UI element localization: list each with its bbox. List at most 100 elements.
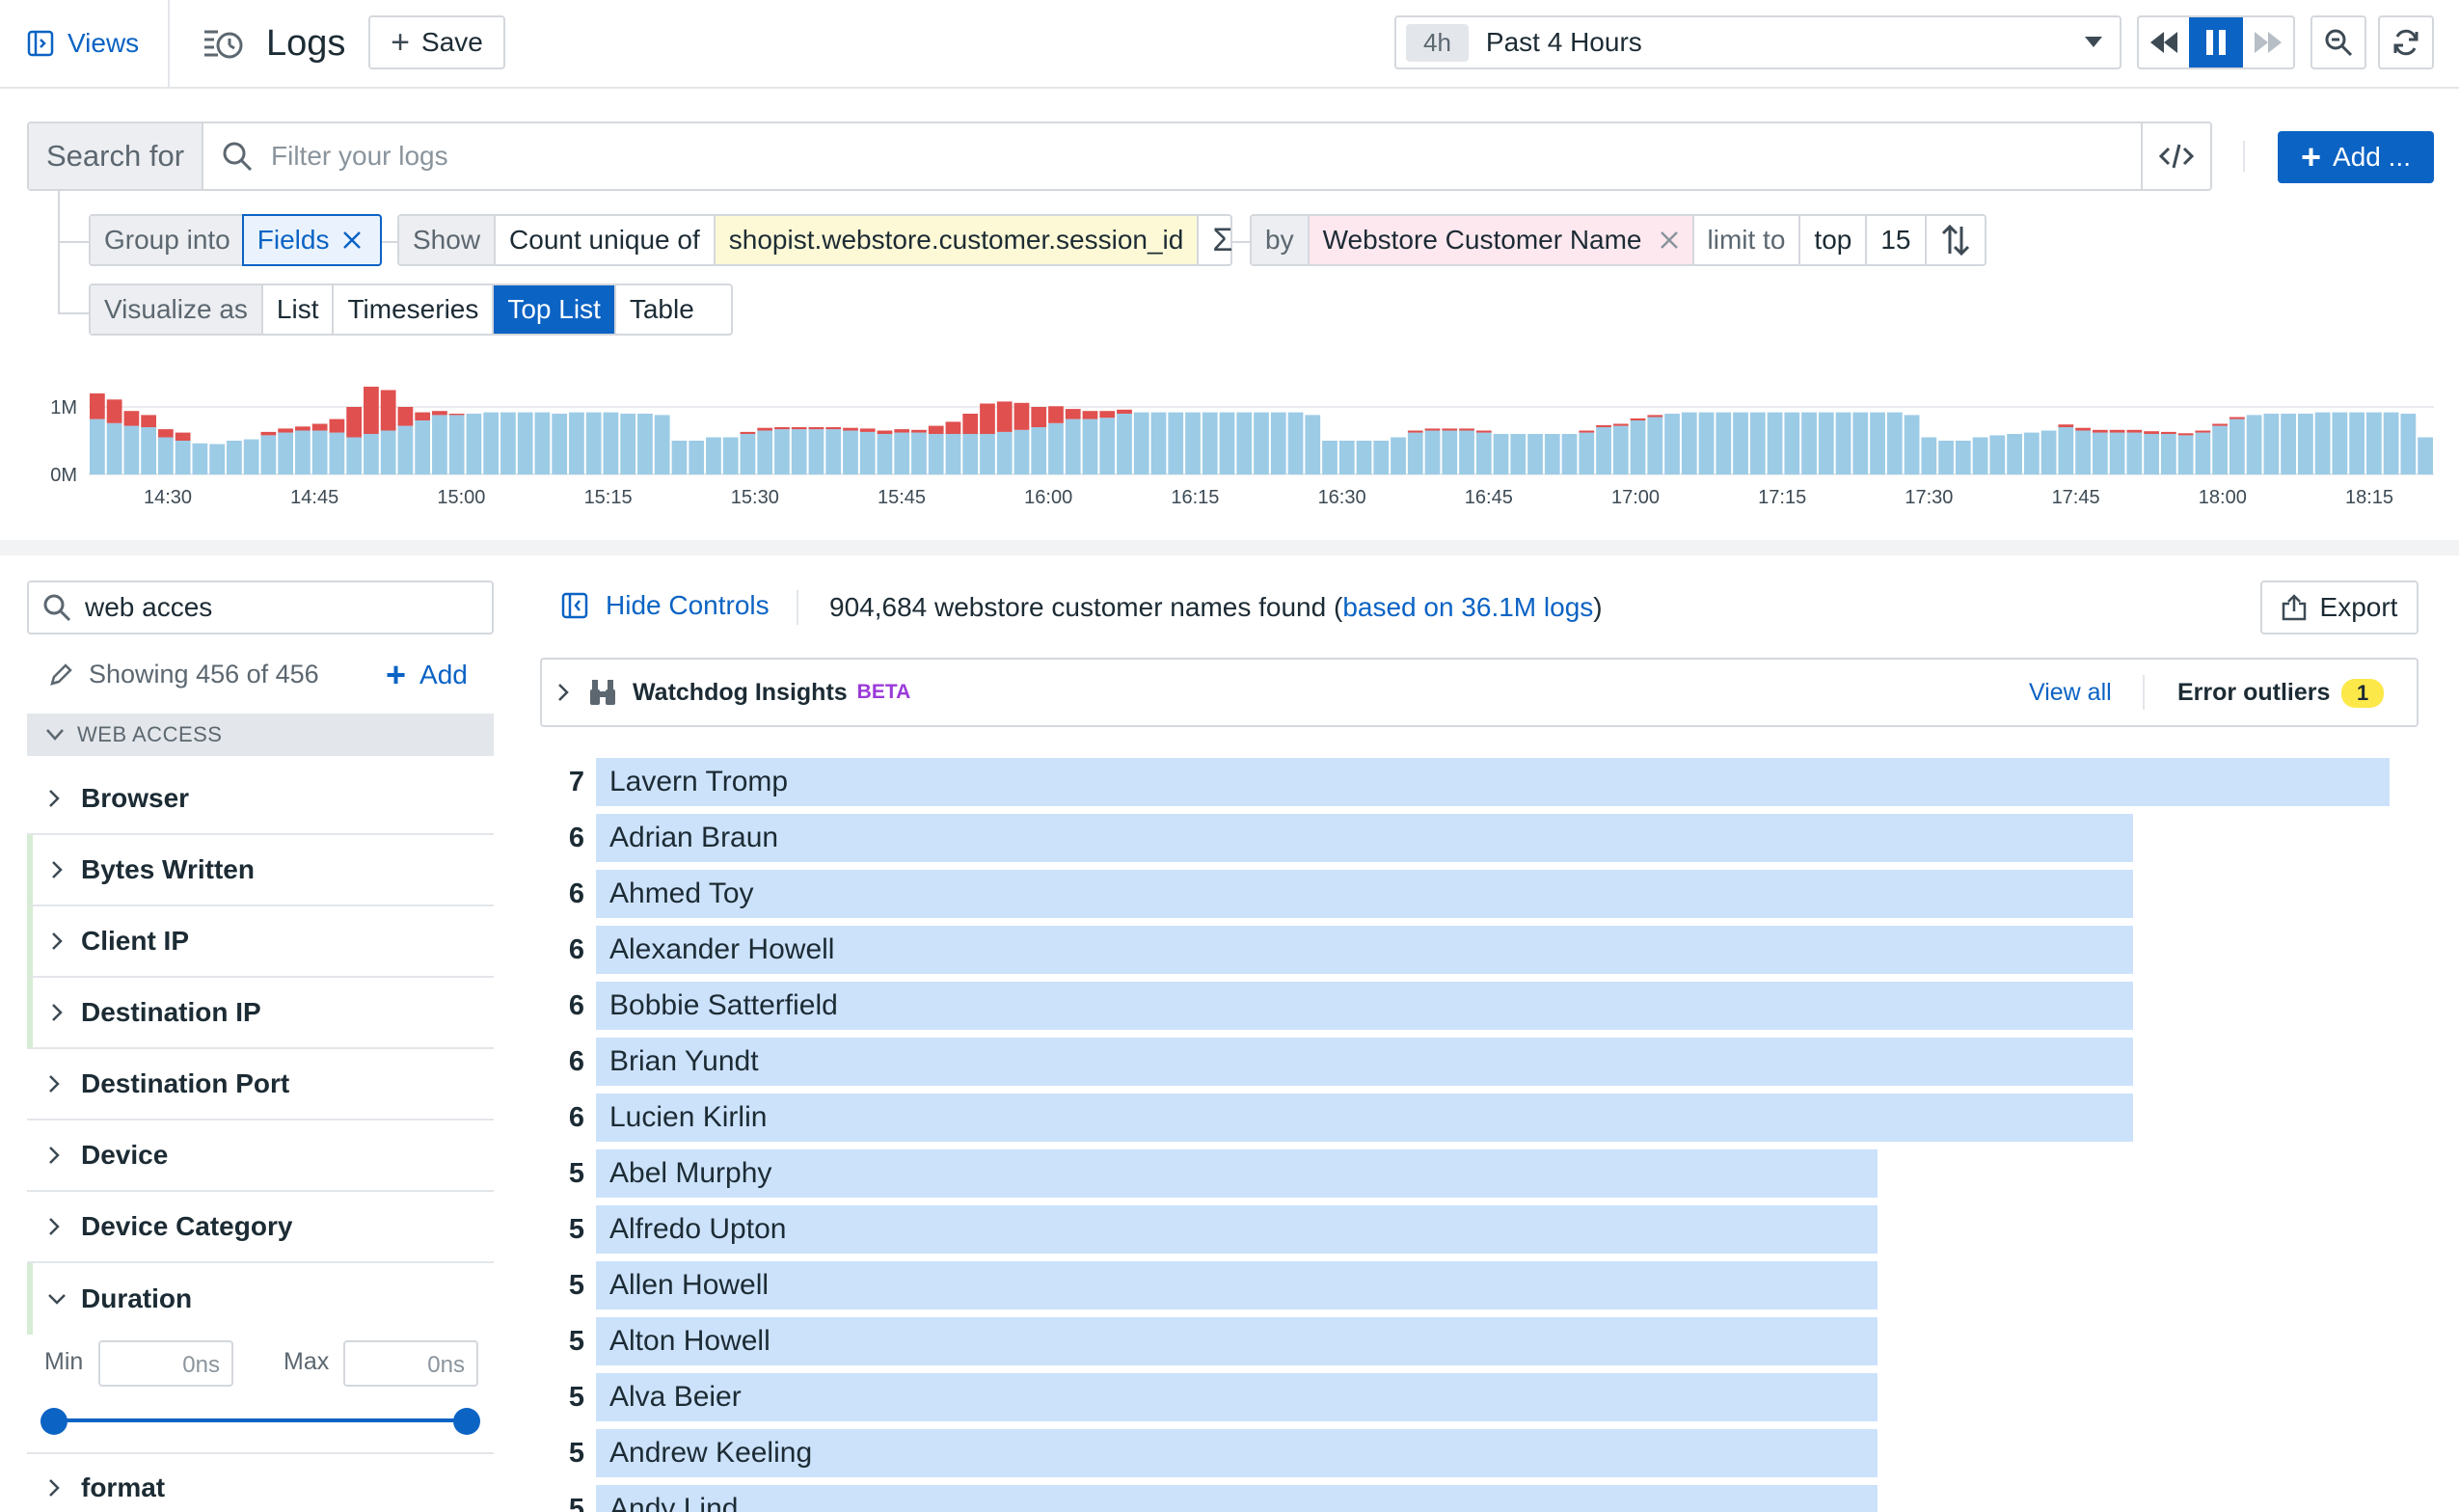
- facet-device-category[interactable]: Device Category: [27, 1192, 494, 1263]
- facet-device[interactable]: Device: [27, 1120, 494, 1192]
- chart-bar-ok: [1287, 412, 1304, 474]
- pause-icon[interactable]: [2189, 17, 2243, 68]
- chart-bar-ok: [1442, 430, 1458, 474]
- row-count: 5: [568, 1325, 585, 1357]
- chart-bar-ok: [2332, 412, 2348, 474]
- chart-bar-ok: [1202, 412, 1218, 474]
- visualize-control: Visualize as List Timeseries Top List Ta…: [89, 284, 733, 336]
- hide-controls-label: Hide Controls: [606, 590, 770, 620]
- top-list-row[interactable]: 5 Allen Howell: [559, 1261, 1878, 1310]
- top-list-row[interactable]: 5 Andy Lind: [559, 1485, 1878, 1512]
- chart-bar-error: [1612, 423, 1629, 426]
- chart-bar-error: [911, 429, 927, 433]
- chart-bar-ok: [1835, 412, 1851, 474]
- limit-direction[interactable]: top: [1798, 216, 1865, 264]
- viz-table[interactable]: Table: [613, 285, 731, 334]
- time-range-select[interactable]: 4h Past 4 Hours: [1394, 15, 2121, 69]
- row-name: Andrew Keeling: [609, 1437, 813, 1469]
- row-name: Allen Howell: [609, 1269, 770, 1301]
- add-facet-button[interactable]: + Add: [386, 657, 468, 691]
- chart-bar-ok: [90, 418, 105, 474]
- top-list-row[interactable]: 6 Lucien Kirlin: [559, 1094, 2134, 1142]
- chart-bar-ok: [1459, 430, 1474, 474]
- row-count: 5: [568, 1157, 585, 1189]
- chart-bar-error: [158, 429, 174, 438]
- close-icon[interactable]: [342, 230, 362, 250]
- facet-destination-ip[interactable]: Destination IP: [27, 978, 494, 1049]
- top-list-row[interactable]: 6 Ahmed Toy: [559, 870, 2134, 918]
- error-outliers-label[interactable]: Error outliers: [2177, 679, 2330, 707]
- top-list-row[interactable]: 5 Andrew Keeling: [559, 1429, 1878, 1477]
- zoom-out-button[interactable]: [2310, 15, 2366, 69]
- pencil-icon[interactable]: [48, 662, 73, 688]
- code-view-button[interactable]: [2141, 123, 2210, 189]
- facet-label: Browser: [81, 783, 190, 813]
- save-button[interactable]: + Save: [368, 15, 505, 69]
- top-list-row[interactable]: 6 Adrian Braun: [559, 814, 2134, 862]
- facet-bytes-written[interactable]: Bytes Written: [27, 835, 494, 906]
- rewind-icon[interactable]: [2139, 17, 2189, 68]
- facet-duration[interactable]: Duration: [27, 1263, 494, 1335]
- search-input[interactable]: Filter your logs: [202, 123, 2141, 189]
- duration-min-input[interactable]: 0ns: [98, 1340, 233, 1387]
- limit-value[interactable]: 15: [1865, 216, 1924, 264]
- viz-timeseries[interactable]: Timeseries: [332, 285, 492, 334]
- chart-bar-ok: [483, 412, 500, 474]
- viz-top-list[interactable]: Top List: [492, 285, 614, 334]
- top-list-row[interactable]: 5 Alva Beier: [559, 1373, 1878, 1421]
- duration-max-handle[interactable]: [453, 1408, 480, 1435]
- measure-field[interactable]: shopist.webstore.customer.session_id: [713, 216, 1198, 264]
- export-button[interactable]: Export: [2260, 580, 2418, 634]
- facet-search-input[interactable]: web acces: [27, 580, 494, 634]
- sort-toggle[interactable]: [1924, 216, 1985, 264]
- top-list-row[interactable]: 6 Alexander Howell: [559, 926, 2134, 974]
- fast-forward-icon[interactable]: [2243, 17, 2293, 68]
- logs-count-link[interactable]: based on 36.1M logs: [1342, 592, 1593, 622]
- aggregation-select[interactable]: Count unique of: [494, 216, 714, 264]
- add-query-button[interactable]: + Add ...: [2278, 131, 2434, 183]
- facet-format[interactable]: format: [27, 1454, 494, 1512]
- duration-min-handle[interactable]: [41, 1408, 68, 1435]
- viz-list[interactable]: List: [260, 285, 333, 334]
- watchdog-insights-bar[interactable]: Watchdog Insights BETA View all Error ou…: [540, 658, 2418, 727]
- chart-bar-error: [1459, 428, 1474, 431]
- x-tick-label: 16:30: [1318, 487, 1366, 508]
- chart-bar-ok: [209, 444, 226, 474]
- chart-bar-ok: [757, 430, 773, 474]
- views-button[interactable]: Views: [27, 23, 139, 64]
- hide-controls-button[interactable]: Hide Controls: [561, 590, 770, 621]
- group-into-label: Group into: [91, 216, 244, 264]
- top-list-row[interactable]: 6 Bobbie Satterfield: [559, 982, 2134, 1030]
- facet-browser[interactable]: Browser: [27, 764, 494, 835]
- chart-bar-ok: [2349, 412, 2364, 474]
- chart-bar-error: [415, 412, 431, 420]
- top-list-row[interactable]: 5 Alton Howell: [559, 1317, 1878, 1365]
- top-list-row[interactable]: 7 Lavern Tromp: [559, 758, 2390, 806]
- refresh-button[interactable]: [2378, 15, 2434, 69]
- chart-bar-ok: [825, 429, 842, 474]
- sort-icon: [1941, 225, 1970, 256]
- duration-max-input[interactable]: 0ns: [343, 1340, 478, 1387]
- chart-bar-ok: [1168, 412, 1184, 474]
- sigma-icon[interactable]: Σ: [1197, 216, 1246, 264]
- top-list-row[interactable]: 5 Abel Murphy: [559, 1149, 1878, 1198]
- facet-client-ip[interactable]: Client IP: [27, 906, 494, 978]
- add-query-label: Add ...: [2333, 142, 2411, 172]
- chart-bar-ok: [1698, 412, 1715, 474]
- top-list-row[interactable]: 5 Alfredo Upton: [559, 1205, 1878, 1254]
- group-into-fields[interactable]: Fields: [241, 214, 382, 266]
- close-icon[interactable]: [1660, 230, 1679, 250]
- chart-bar-ok: [1612, 425, 1629, 474]
- by-field[interactable]: Webstore Customer Name: [1307, 216, 1692, 264]
- chevron-right-icon: [27, 1074, 81, 1094]
- chart-bar-ok: [791, 429, 807, 474]
- chart-bar-ok: [1664, 414, 1680, 474]
- facet-destination-port[interactable]: Destination Port: [27, 1049, 494, 1120]
- row-bar: [596, 1485, 1878, 1512]
- playback-controls: [2137, 15, 2295, 69]
- chart-bar-error: [774, 427, 790, 430]
- top-list-row[interactable]: 6 Brian Yundt: [559, 1038, 2134, 1086]
- facet-group-header[interactable]: WEB ACCESS: [27, 714, 494, 756]
- group-into-value: Fields: [257, 225, 330, 255]
- view-all-link[interactable]: View all: [2029, 679, 2112, 707]
